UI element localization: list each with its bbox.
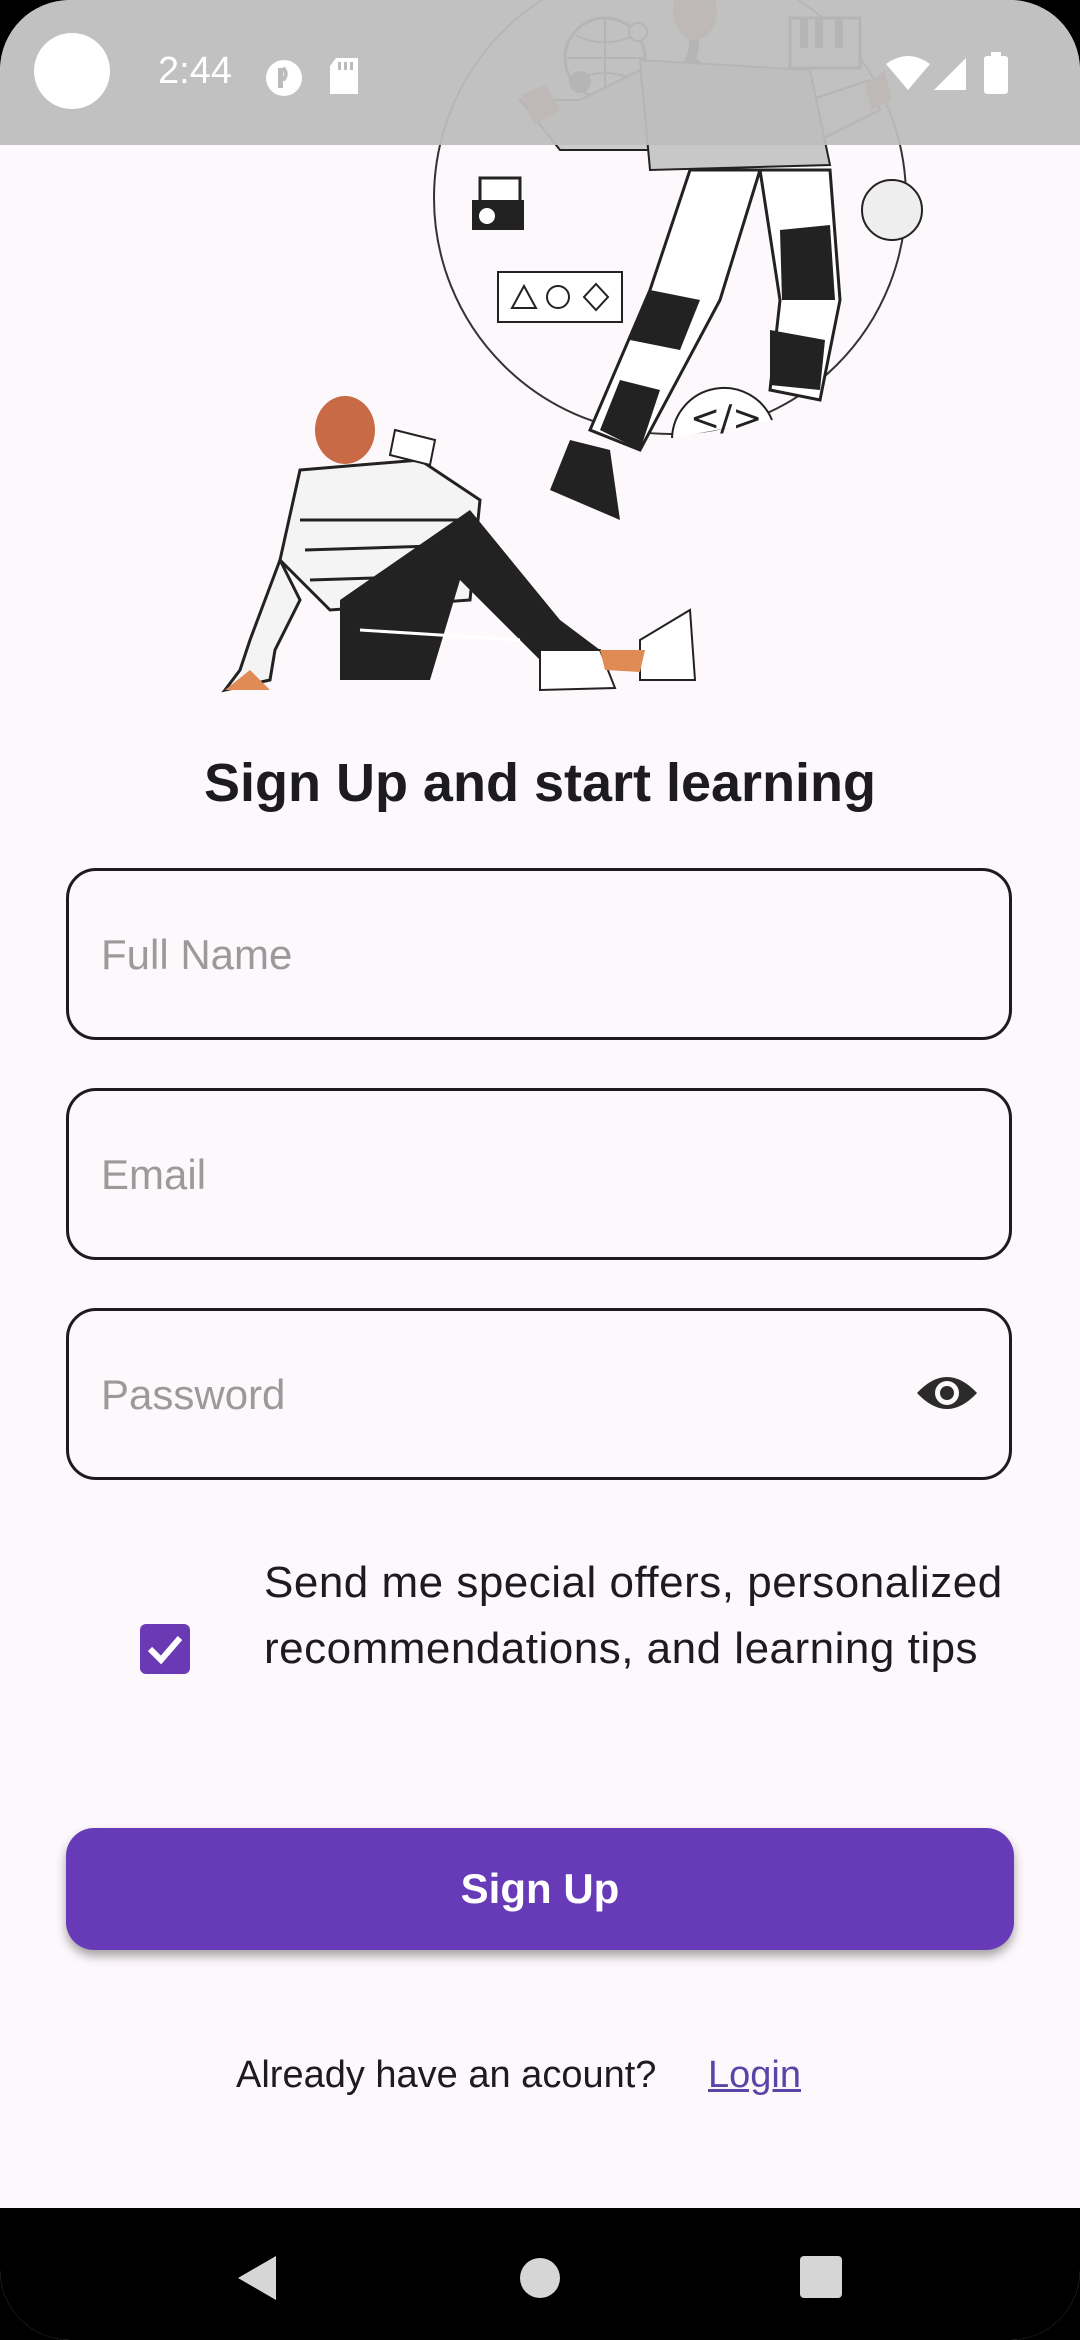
show-password-eye-icon[interactable] <box>915 1369 979 1417</box>
screen: </> 2:44 Sign Up and start learning Full… <box>0 0 1080 2340</box>
login-link[interactable]: Login <box>708 2054 801 2097</box>
email-field[interactable]: Email <box>66 1088 1012 1260</box>
back-icon[interactable] <box>236 2256 276 2300</box>
app-notification-icon <box>266 60 302 96</box>
signup-button[interactable]: Sign Up <box>66 1828 1014 1950</box>
check-icon <box>147 1636 183 1665</box>
offers-checkbox[interactable] <box>140 1624 190 1674</box>
home-icon[interactable] <box>518 2256 562 2300</box>
signal-icon <box>934 58 966 90</box>
wifi-icon <box>886 56 930 90</box>
shapes-icon <box>497 271 623 323</box>
camera-cutout <box>34 33 110 109</box>
offers-label: Send me special offers, personalized rec… <box>264 1558 1003 1673</box>
svg-text:</>: </> <box>690 398 762 439</box>
recents-icon[interactable] <box>800 2256 842 2298</box>
status-time: 2:44 <box>158 50 232 92</box>
password-placeholder: Password <box>101 1371 286 1418</box>
already-account-text: Already have an acount? <box>236 2054 657 2096</box>
full-name-placeholder: Full Name <box>101 931 293 978</box>
camera-icon <box>472 176 524 230</box>
status-bar: 2:44 <box>0 0 1080 145</box>
full-name-field[interactable]: Full Name <box>66 868 1012 1040</box>
navigation-bar <box>0 2208 1080 2340</box>
sd-card-icon <box>330 58 358 94</box>
battery-icon <box>984 52 1008 94</box>
password-field[interactable]: Password <box>66 1308 1012 1480</box>
email-placeholder: Email <box>101 1151 207 1198</box>
code-icon: </> <box>671 386 773 439</box>
page-title: Sign Up and start learning <box>203 753 877 813</box>
